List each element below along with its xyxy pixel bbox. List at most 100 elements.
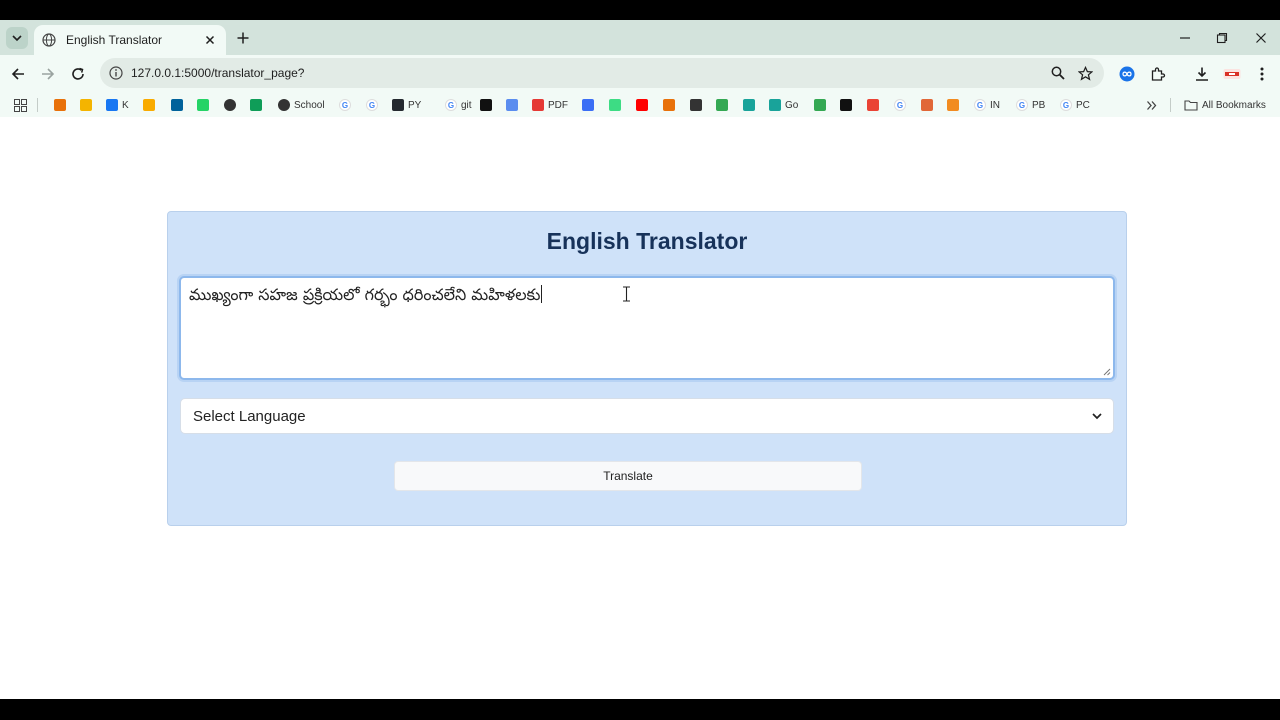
minimize-button[interactable] [1176, 29, 1194, 47]
reload-button[interactable] [68, 64, 88, 84]
restore-icon [1216, 32, 1228, 44]
zoom-icon[interactable] [1050, 65, 1066, 81]
bookmark-item[interactable] [143, 97, 159, 113]
bookmark-item[interactable]: G PB [1016, 97, 1045, 113]
bookmark-label: IN [990, 99, 1000, 111]
green-ring-icon [716, 99, 728, 111]
bookmark-label: git [461, 99, 472, 111]
bookmark-item[interactable] [716, 97, 732, 113]
profile-avatar-icon[interactable] [1223, 65, 1241, 83]
red-g-bookmark-icon [867, 99, 879, 111]
bookmark-label: K [122, 99, 129, 111]
minimize-icon [1180, 37, 1190, 39]
bookmark-item[interactable] [840, 97, 856, 113]
translator-card: English Translator ముఖ్యంగా సహజ ప్రక్రియ… [167, 211, 1127, 526]
bookmark-item[interactable] [197, 97, 213, 113]
bookmark-item[interactable]: School [278, 97, 325, 113]
z-bookmark-icon [663, 99, 675, 111]
extension-infinity-icon[interactable] [1118, 65, 1136, 83]
download-icon[interactable] [1193, 65, 1211, 83]
bookmark-item[interactable]: G [339, 97, 355, 113]
tab-search-button[interactable] [6, 27, 28, 49]
extensions-puzzle-icon[interactable] [1149, 65, 1167, 83]
bookmark-item[interactable] [921, 97, 937, 113]
bookmark-item[interactable]: Go [769, 97, 798, 113]
android-icon [609, 99, 621, 111]
star-icon[interactable] [1077, 65, 1093, 81]
translate-button[interactable]: Translate [394, 461, 862, 491]
ieee-icon [171, 99, 183, 111]
chevron-down-icon [12, 35, 22, 42]
more-bookmarks-chevron-icon[interactable] [1146, 97, 1157, 113]
bookmark-separator [1170, 98, 1171, 112]
matlab-icon [921, 99, 933, 111]
all-bookmarks-label: All Bookmarks [1202, 99, 1266, 111]
text-cursor-icon [623, 286, 630, 302]
restore-button[interactable] [1213, 29, 1231, 47]
bookmark-item[interactable] [690, 97, 706, 113]
google-icon: G [894, 99, 906, 111]
bookmark-item[interactable] [636, 97, 652, 113]
new-tab-button[interactable] [234, 29, 252, 47]
orange-sun-icon [947, 99, 959, 111]
bookmark-item[interactable] [814, 97, 830, 113]
reload-icon [72, 67, 84, 80]
blue-bookmark-icon [582, 99, 594, 111]
bookmark-item[interactable]: K [106, 97, 129, 113]
close-window-button[interactable] [1252, 29, 1270, 47]
url-text[interactable]: 127.0.0.1:5000/translator_page? [131, 66, 304, 80]
bookmark-item[interactable] [480, 97, 496, 113]
active-tab[interactable]: English Translator [34, 25, 226, 55]
bookmark-item[interactable]: G IN [974, 97, 1000, 113]
google-icon: G [1016, 99, 1028, 111]
bookmark-label: PC [1076, 99, 1090, 111]
teal-swirl-icon [743, 99, 755, 111]
bookmark-item[interactable] [506, 97, 522, 113]
bookmark-item[interactable] [171, 97, 187, 113]
bookmark-item[interactable] [582, 97, 598, 113]
bookmark-item[interactable] [54, 97, 70, 113]
globe-school-icon [278, 99, 290, 111]
bookmark-item[interactable] [80, 97, 96, 113]
pdf-icon [532, 99, 544, 111]
teal-swirl-icon [769, 99, 781, 111]
close-tab-icon[interactable] [202, 32, 218, 48]
all-bookmarks[interactable]: All Bookmarks [1184, 97, 1266, 113]
bookmark-item[interactable]: G [366, 97, 382, 113]
bookmark-item[interactable] [250, 97, 266, 113]
language-select[interactable]: Select Language [180, 398, 1114, 434]
bookmark-item[interactable]: G PC [1060, 97, 1090, 113]
text-caret [541, 285, 543, 303]
page-title: English Translator [546, 228, 748, 254]
bookmark-item[interactable] [663, 97, 679, 113]
bar-chart-bookmark-icon [143, 99, 155, 111]
bookmark-item[interactable] [224, 97, 240, 113]
bookmark-item[interactable]: Ggit [445, 97, 472, 113]
bookmark-item[interactable]: PDF [532, 97, 568, 113]
address-bar[interactable]: 127.0.0.1:5000/translator_page? [100, 58, 1104, 88]
apps-grid-icon[interactable] [14, 97, 27, 113]
source-text-value: ముఖ్యంగా సహజ ప్రక్రియలో గర్భం ధరించలేని … [189, 285, 541, 304]
resize-handle-icon[interactable] [1103, 368, 1111, 376]
bookmark-item[interactable]: G [894, 97, 910, 113]
bookmark-label: PY [408, 99, 422, 111]
arrow-left-icon [11, 68, 24, 80]
github-icon [392, 99, 404, 111]
browser-toolbar: 127.0.0.1:5000/translator_page? [0, 55, 1280, 93]
bookmark-item[interactable] [743, 97, 759, 113]
bookmark-item[interactable] [609, 97, 625, 113]
bookmark-item[interactable] [867, 97, 883, 113]
page-content: English Translator ముఖ్యంగా సహజ ప్రక్రియ… [0, 117, 1280, 699]
site-info-icon[interactable] [108, 65, 124, 81]
google-icon: G [1060, 99, 1072, 111]
youtube-icon [636, 99, 648, 111]
back-button[interactable] [8, 64, 28, 84]
bookmark-item[interactable] [947, 97, 963, 113]
cd-bookmark-icon [840, 99, 852, 111]
source-text-input[interactable]: ముఖ్యంగా సహజ ప్రక్రియలో గర్భం ధరించలేని … [179, 276, 1115, 380]
bookmark-item[interactable]: PY [392, 97, 421, 113]
menu-icon[interactable] [1253, 65, 1271, 83]
forward-button[interactable] [38, 64, 58, 84]
plus-icon [237, 32, 249, 44]
browser-window: English Translator 127.0.0.1:5000/transl… [0, 20, 1280, 699]
